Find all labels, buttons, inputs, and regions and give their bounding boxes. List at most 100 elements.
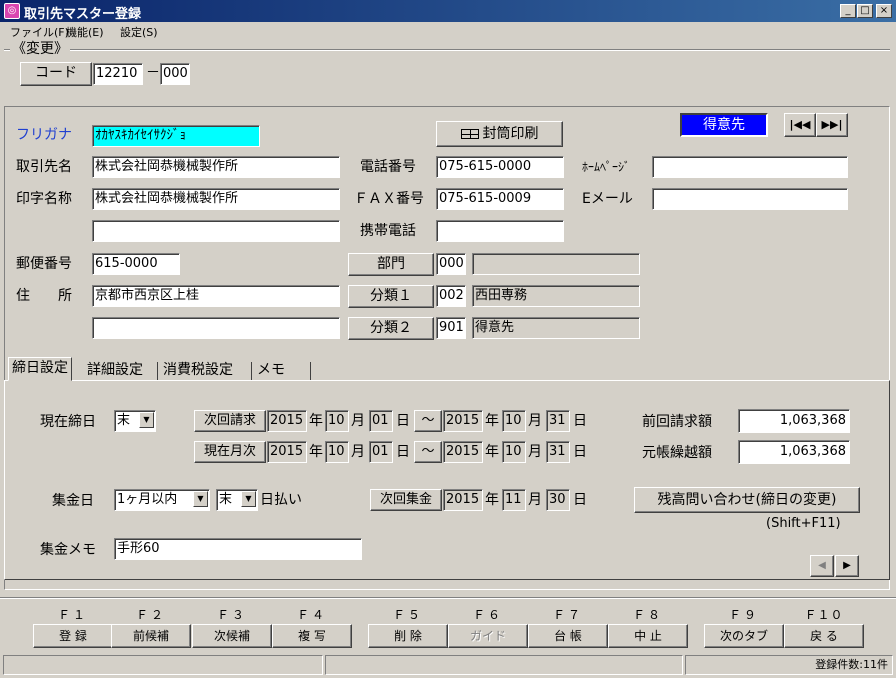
next-billing-button[interactable]: 次回請求 xyxy=(194,410,266,432)
tab-memo[interactable]: メモ xyxy=(254,360,288,382)
postal-label: 郵便番号 xyxy=(16,256,72,272)
nb-range-button[interactable]: ～ xyxy=(414,410,442,432)
scroll-right-button[interactable]: ▶ xyxy=(835,555,859,577)
cm-from-month: 10 xyxy=(325,441,349,463)
nb-to-day: 31 xyxy=(546,410,570,432)
minimize-button[interactable]: _ xyxy=(840,4,856,18)
copy-button[interactable]: 複 写 xyxy=(272,624,352,648)
dropdown-arrow-icon[interactable]: ▼ xyxy=(241,491,256,507)
collection-memo-input[interactable]: 手形60 xyxy=(114,538,362,560)
tab-details[interactable]: 詳細設定 xyxy=(84,360,146,382)
nc-year: 2015 xyxy=(443,489,483,511)
name-input[interactable]: 株式会社岡恭機械製作所 xyxy=(92,156,340,178)
maximize-button[interactable]: □ xyxy=(857,4,873,18)
f5-key-label: Ｆ５ xyxy=(392,608,423,622)
guide-button[interactable]: ガイド xyxy=(448,624,528,648)
close-button[interactable]: × xyxy=(876,4,892,18)
class1-name: 西田専務 xyxy=(472,285,640,307)
postal-input[interactable]: 615-0000 xyxy=(92,253,180,275)
print-name-label: 印字名称 xyxy=(16,191,72,207)
code-button[interactable]: コード xyxy=(20,62,92,86)
homepage-input[interactable] xyxy=(652,156,848,178)
skip-back-icon: |◀◀ xyxy=(789,118,811,131)
back-button[interactable]: 戻 る xyxy=(784,624,864,648)
tab-tax[interactable]: 消費税設定 xyxy=(160,360,236,382)
cm-from-year: 2015 xyxy=(267,441,307,463)
tab-separator xyxy=(157,362,158,380)
day-unit: 日 xyxy=(396,413,410,429)
balance-inquiry-button[interactable]: 残高問い合わせ(締日の変更) xyxy=(634,487,860,513)
chevron-left-icon: ◀ xyxy=(818,560,826,571)
email-input[interactable] xyxy=(652,188,848,210)
status-record-count: 登録件数:11件 xyxy=(685,655,893,675)
class1-button[interactable]: 分類１ xyxy=(348,285,434,308)
month-unit: 月 xyxy=(528,413,542,429)
mode-label: 《変更》 xyxy=(10,39,70,59)
next-candidate-button[interactable]: 次候補 xyxy=(192,624,272,648)
next-collection-button[interactable]: 次回集金 xyxy=(370,489,442,511)
address-label: 住 所 xyxy=(16,288,72,304)
closing-day-select[interactable]: 末 ▼ xyxy=(114,410,156,432)
current-month-button[interactable]: 現在月次 xyxy=(194,441,266,463)
mobile-label: 携帯電話 xyxy=(360,223,416,239)
address-input-2[interactable] xyxy=(92,317,340,339)
class2-code[interactable]: 901 xyxy=(436,317,466,339)
first-record-button[interactable]: |◀◀ xyxy=(784,113,816,137)
class2-button[interactable]: 分類２ xyxy=(348,317,434,340)
delete-button[interactable]: 削 除 xyxy=(368,624,448,648)
collection-period-select[interactable]: 1ヶ月以内 ▼ xyxy=(114,489,210,511)
cm-range-button[interactable]: ～ xyxy=(414,441,442,463)
next-tab-button[interactable]: 次のタブ xyxy=(704,624,784,648)
collection-day-value: 末 xyxy=(219,492,233,507)
code-main-field[interactable]: 12210 xyxy=(93,63,143,85)
nc-day: 30 xyxy=(546,489,570,511)
ledger-button[interactable]: 台 帳 xyxy=(528,624,608,648)
tab-closing[interactable]: 締日設定 xyxy=(8,357,72,381)
collection-memo-label: 集金メモ xyxy=(40,542,96,558)
f3-key-label: Ｆ３ xyxy=(216,608,247,622)
cm-to-month: 10 xyxy=(502,441,526,463)
department-button[interactable]: 部門 xyxy=(348,253,434,276)
department-code[interactable]: 000 xyxy=(436,253,466,275)
collection-day-select[interactable]: 末 ▼ xyxy=(216,489,258,511)
menu-settings[interactable]: 設定(S) xyxy=(120,24,158,40)
status-pane-1 xyxy=(3,655,323,675)
phone-input[interactable]: 075-615-0000 xyxy=(436,156,564,178)
year-unit: 年 xyxy=(485,413,499,429)
f4-key-label: Ｆ４ xyxy=(296,608,327,622)
f2-key-label: Ｆ２ xyxy=(135,608,166,622)
menu-file[interactable]: ファイル(F) xyxy=(10,24,69,40)
nb-from-year: 2015 xyxy=(267,410,307,432)
prev-candidate-button[interactable]: 前候補 xyxy=(111,624,191,648)
print-name-input[interactable]: 株式会社岡恭機械製作所 xyxy=(92,188,340,210)
fax-input[interactable]: 075-615-0009 xyxy=(436,188,564,210)
customer-type-badge: 得意先 xyxy=(680,113,768,137)
envelope-print-button[interactable]: 封筒印刷 xyxy=(436,121,563,147)
cm-to-day: 31 xyxy=(546,441,570,463)
month-unit: 月 xyxy=(528,492,542,508)
print-name-input-2[interactable] xyxy=(92,220,340,242)
nb-from-month: 10 xyxy=(325,410,349,432)
code-dash: － xyxy=(146,65,160,81)
menu-function[interactable]: 機能(E) xyxy=(66,24,104,40)
last-record-button[interactable]: ▶▶| xyxy=(816,113,848,137)
nb-from-day: 01 xyxy=(369,410,393,432)
day-unit: 日 xyxy=(573,444,587,460)
f9-key-label: Ｆ９ xyxy=(728,608,759,622)
collection-period-value: 1ヶ月以内 xyxy=(117,492,178,507)
mobile-input[interactable] xyxy=(436,220,564,242)
cancel-button[interactable]: 中 止 xyxy=(608,624,688,648)
day-unit: 日 xyxy=(573,492,587,508)
dropdown-arrow-icon[interactable]: ▼ xyxy=(139,412,154,428)
scroll-left-button[interactable]: ◀ xyxy=(810,555,834,577)
code-sub-field[interactable]: 000 xyxy=(160,63,190,85)
furigana-input[interactable]: ｵｶﾔｽｷｶｲｾｲｻｸｼﾞｮ xyxy=(92,125,260,147)
address-input[interactable]: 京都市西京区上桂 xyxy=(92,285,340,307)
register-button[interactable]: 登 録 xyxy=(33,624,113,648)
dropdown-arrow-icon[interactable]: ▼ xyxy=(193,491,208,507)
cm-to-year: 2015 xyxy=(443,441,483,463)
function-bar-separator xyxy=(0,597,896,599)
class1-code[interactable]: 002 xyxy=(436,285,466,307)
tab-separator xyxy=(251,362,252,380)
envelope-print-label: 封筒印刷 xyxy=(482,126,539,142)
